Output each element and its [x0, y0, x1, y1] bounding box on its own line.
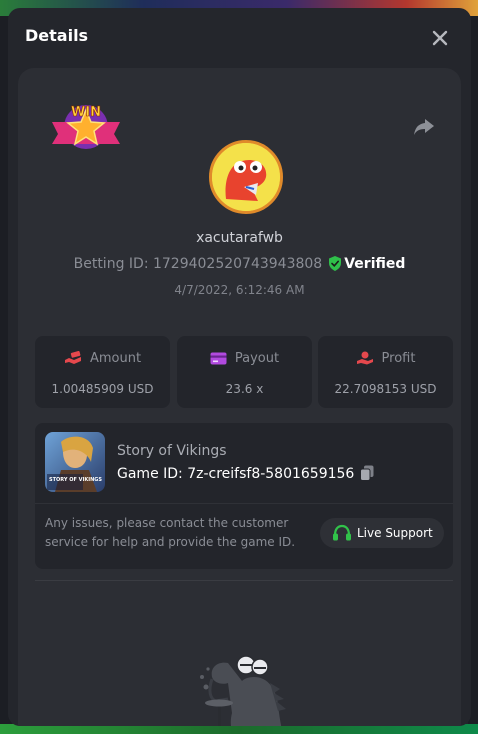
modal-header: Details [8, 8, 471, 64]
stat-profit-label: Profit [381, 351, 416, 366]
live-support-button[interactable]: Live Support [320, 518, 444, 548]
dino-mascot-icon [200, 655, 286, 726]
win-badge-text: WIN [71, 105, 101, 120]
stat-amount: Amount 1.00485909 USD [35, 336, 170, 408]
betting-id: Betting ID: 1729402520743943808 [73, 256, 323, 272]
card-icon [210, 352, 227, 365]
card-divider [35, 580, 453, 581]
game-thumbnail[interactable]: STORY OF VIKINGS [45, 432, 105, 492]
close-icon[interactable] [429, 27, 451, 49]
avatar [209, 140, 283, 214]
game-divider [35, 503, 453, 504]
live-support-label: Live Support [357, 526, 433, 540]
win-badge-icon: WIN [52, 105, 120, 149]
betting-id-row: Betting ID: 1729402520743943808 Verified [18, 256, 461, 272]
game-name: Story of Vikings [117, 443, 227, 459]
copy-icon[interactable] [360, 465, 374, 481]
money-hand-icon [64, 350, 81, 364]
headset-icon [333, 524, 351, 541]
bet-details-card: WIN xacutarafwb Betting ID: 172940252074… [18, 68, 461, 726]
stat-payout: Payout 23.6 x [177, 336, 312, 408]
stat-amount-value: 1.00485909 USD [51, 382, 154, 396]
game-thumb-text: STORY OF VIKINGS [49, 477, 102, 483]
stat-payout-label: Payout [234, 351, 280, 366]
dino-avatar-icon [212, 143, 280, 211]
modal-title: Details [25, 26, 89, 45]
verified-label: Verified [344, 256, 406, 272]
stat-profit: Profit 22.7098153 USD [318, 336, 453, 408]
game-info-box: STORY OF VIKINGS Story of Vikings Game I… [35, 423, 453, 569]
bet-date: 4/7/2022, 6:12:46 AM [174, 283, 305, 297]
profit-hand-icon [356, 351, 373, 365]
help-text: Any issues, please contact the customer … [45, 516, 296, 549]
username: xacutarafwb [196, 230, 283, 246]
stat-profit-value: 22.7098153 USD [334, 382, 437, 396]
game-id-row: Game ID: 7z-creifsf8-5801659156 [117, 465, 374, 482]
stat-payout-value: 23.6 x [225, 382, 264, 396]
details-modal: Details WIN xacutarafwb Betting ID: 1729… [8, 8, 471, 726]
game-id: Game ID: 7z-creifsf8-5801659156 [117, 466, 355, 482]
stat-amount-label: Amount [89, 351, 142, 366]
share-icon[interactable] [412, 115, 436, 139]
verified-shield-icon [329, 256, 342, 271]
